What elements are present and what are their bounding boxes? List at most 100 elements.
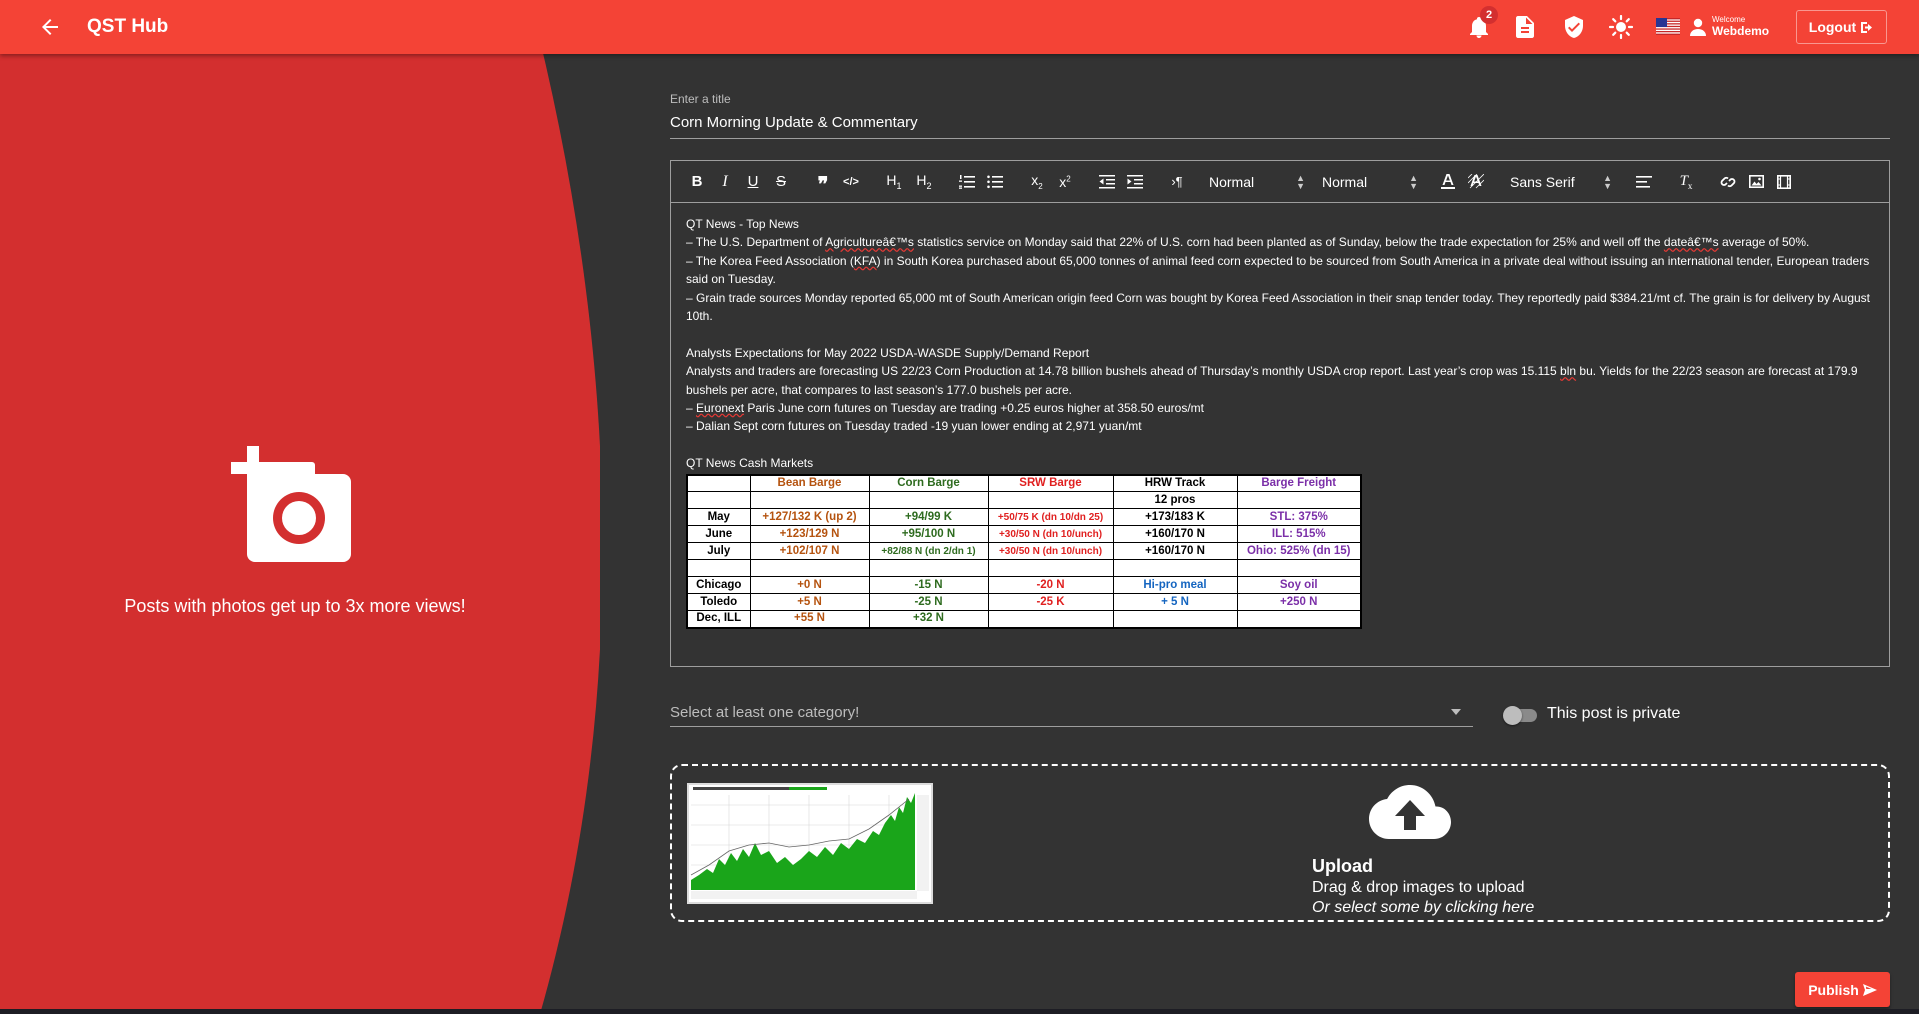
text-color-icon[interactable] xyxy=(1434,169,1462,195)
italic-button[interactable]: I xyxy=(711,169,739,195)
table-cell xyxy=(868,491,989,510)
underline-button[interactable]: U xyxy=(739,169,767,195)
code-block-icon[interactable]: </> xyxy=(837,169,865,195)
ordered-list-icon[interactable] xyxy=(953,169,981,195)
table-cell: SRW Barge xyxy=(987,474,1114,493)
private-label: This post is private xyxy=(1547,705,1681,722)
table-row: Dec, ILL +55 N +32 N xyxy=(686,610,1362,629)
notification-count-badge: 2 xyxy=(1480,6,1498,24)
uploaded-image-thumbnail[interactable] xyxy=(687,783,933,904)
select-arrows-icon: ▲ ▼ xyxy=(1409,172,1418,191)
font-select-value: Sans Serif xyxy=(1510,173,1575,190)
dropdown-arrow-icon xyxy=(1451,709,1461,715)
table-cell: May xyxy=(686,508,751,527)
content-paragraph: – The U.S. Department of Agricultureâ€™s… xyxy=(686,235,1810,250)
content-paragraph: – Euronext Paris June corn futures on Tu… xyxy=(686,401,1204,416)
table-cell: +102/107 N xyxy=(749,542,870,561)
table-cell: Toledo xyxy=(686,593,751,612)
table-row xyxy=(686,559,1362,578)
content-paragraph: Analysts and traders are forecasting US … xyxy=(686,364,1858,397)
align-icon[interactable] xyxy=(1630,169,1658,195)
content-heading: Analysts Expectations for May 2022 USDA-… xyxy=(686,345,1090,360)
header2-button[interactable]: H2 xyxy=(909,169,939,195)
publish-label: Publish xyxy=(1808,981,1859,998)
user-icon xyxy=(1690,18,1706,36)
table-cell: +160/170 N xyxy=(1112,525,1238,544)
table-cell xyxy=(1236,610,1362,629)
table-cell: STL: 375% xyxy=(1236,508,1362,527)
bold-button[interactable]: B xyxy=(683,169,711,195)
link-icon[interactable] xyxy=(1714,169,1742,195)
table-cell xyxy=(987,559,1114,578)
table-cell xyxy=(1112,610,1238,629)
header-select[interactable]: Normal ▲ ▼ xyxy=(1209,173,1309,190)
toggle-knob xyxy=(1503,706,1522,725)
app-title[interactable]: QST Hub xyxy=(87,16,168,38)
table-cell: +50/75 K (dn 10/dn 25) xyxy=(987,508,1114,527)
table-cell: HRW Track xyxy=(1112,474,1238,493)
font-select[interactable]: Sans Serif ▲ ▼ xyxy=(1510,173,1616,190)
background-color-icon[interactable] xyxy=(1462,169,1490,195)
clear-format-icon[interactable]: Tx xyxy=(1672,169,1700,195)
shield-check-icon[interactable] xyxy=(1561,14,1587,40)
table-cell: Barge Freight xyxy=(1236,474,1362,493)
text-direction-icon[interactable]: ›¶ xyxy=(1163,169,1191,195)
content-paragraph: – The Korea Feed Association (KFA) in So… xyxy=(686,253,1870,287)
header1-button[interactable]: H1 xyxy=(879,169,909,195)
table-row: June +123/129 N +95/100 N +30/50 N (dn 10/u… xyxy=(686,525,1362,544)
table-cell: Dec, ILL xyxy=(686,610,751,629)
user-menu[interactable]: Welcome Webdemo xyxy=(1690,16,1769,37)
table-cell: Bean Barge xyxy=(749,474,870,493)
title-input[interactable] xyxy=(670,112,1890,139)
indent-icon[interactable] xyxy=(1121,169,1149,195)
table-cell: July xyxy=(686,542,751,561)
upload-dropzone[interactable]: Upload Drag & drop images to upload Or s… xyxy=(670,764,1890,922)
table-cell xyxy=(987,491,1114,510)
table-cell: -25 K xyxy=(987,593,1114,612)
outdent-icon[interactable] xyxy=(1093,169,1121,195)
sun-icon[interactable] xyxy=(1608,14,1634,40)
header-select-value: Normal xyxy=(1209,173,1255,190)
logout-icon xyxy=(1861,21,1873,33)
table-cell: -20 N xyxy=(987,576,1114,595)
table-cell: +160/170 N xyxy=(1112,542,1238,561)
blockquote-icon[interactable]: ❞ xyxy=(809,169,837,195)
superscript-button[interactable]: x2 xyxy=(1051,169,1079,195)
document-icon[interactable] xyxy=(1512,14,1538,40)
table-cell xyxy=(1112,559,1238,578)
video-icon[interactable] xyxy=(1770,169,1798,195)
upload-select-hint: Or select some by clicking here xyxy=(1312,899,1535,916)
us-flag-icon[interactable] xyxy=(1656,18,1680,35)
size-select[interactable]: Normal ▲ ▼ xyxy=(1322,172,1422,191)
table-cell xyxy=(1236,491,1362,510)
table-cell: +55 N xyxy=(749,610,870,629)
table-cell: Chicago xyxy=(686,576,751,595)
strike-button[interactable]: S xyxy=(767,169,795,195)
back-arrow-icon[interactable] xyxy=(38,15,62,39)
category-select[interactable]: Select at least one category! xyxy=(670,698,1473,727)
publish-button[interactable]: Publish xyxy=(1795,972,1890,1007)
table-cell: Hi-pro meal xyxy=(1112,576,1238,595)
editor-content[interactable]: QT News - Top News – The U.S. Department… xyxy=(671,203,1889,641)
bullet-list-icon[interactable] xyxy=(981,169,1009,195)
table-cell: Soy oil xyxy=(1236,576,1362,595)
table-cell xyxy=(686,559,751,578)
private-toggle[interactable] xyxy=(1503,706,1537,725)
title-label: Enter a title xyxy=(670,92,731,106)
subscript-button[interactable]: x2 xyxy=(1023,169,1051,195)
table-cell xyxy=(987,610,1114,629)
category-placeholder: Select at least one category! xyxy=(670,703,860,721)
table-cell: June xyxy=(686,525,751,544)
table-cell xyxy=(749,491,870,510)
content-heading: QT News - Top News xyxy=(686,217,799,231)
image-icon[interactable] xyxy=(1742,169,1770,195)
rich-text-editor: B I U S ❞ </> H1 H2 x2 x2 ›¶ Normal ▲▼ xyxy=(670,160,1890,667)
logout-button[interactable]: Logout xyxy=(1796,10,1887,44)
table-header-row: Bean Barge Corn Barge SRW Barge HRW Track Ba… xyxy=(686,474,1362,493)
logout-label: Logout xyxy=(1808,19,1857,35)
table-cell: +123/129 N xyxy=(749,525,870,544)
table-cell: Corn Barge xyxy=(868,474,989,493)
table-cell xyxy=(749,559,870,578)
table-cell: +30/50 N (dn 10/unch) xyxy=(987,525,1114,544)
